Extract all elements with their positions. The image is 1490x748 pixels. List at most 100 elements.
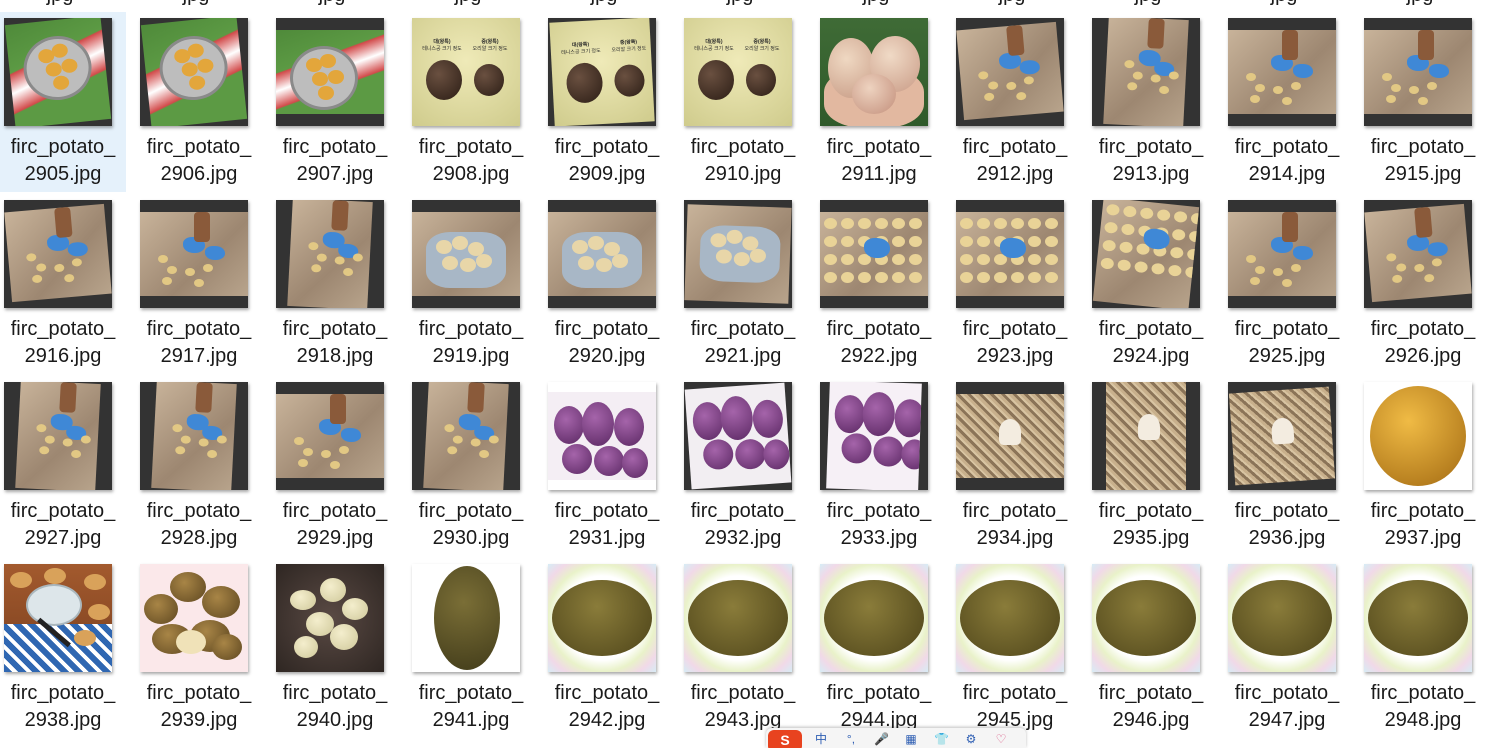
file-name-label[interactable]: firc_potato_ 2926.jpg: [1360, 316, 1486, 370]
microphone-icon[interactable]: 🎤: [874, 732, 889, 746]
file-thumbnail[interactable]: [1092, 564, 1200, 672]
file-item[interactable]: 대(왕특) 테니스공 크기 정도 중(왕특) 오리알 크기 정도 firc_potato…: [680, 12, 806, 192]
file-thumbnail[interactable]: [412, 200, 520, 308]
skin-icon[interactable]: 👕: [934, 732, 949, 746]
file-thumbnail[interactable]: [1228, 200, 1336, 308]
file-thumbnail[interactable]: [548, 200, 656, 308]
previous-row-caption[interactable]: jpg: [1360, 0, 1480, 5]
file-name-label[interactable]: firc_potato_ 2918.jpg: [272, 316, 398, 370]
file-item[interactable]: firc_potato_ 2938.jpg: [0, 558, 126, 738]
file-name-label[interactable]: firc_potato_ 2913.jpg: [1088, 134, 1214, 188]
file-name-label[interactable]: firc_potato_ 2927.jpg: [0, 498, 126, 552]
file-item[interactable]: firc_potato_ 2926.jpg: [1360, 194, 1486, 374]
file-thumbnail[interactable]: [820, 564, 928, 672]
ime-toolbar[interactable]: S 中 °, 🎤 ▦ 👕 ⚙ ♡: [766, 728, 1026, 748]
file-item[interactable]: firc_potato_ 2940.jpg: [272, 558, 398, 738]
file-item[interactable]: firc_potato_ 2927.jpg: [0, 376, 126, 556]
file-item[interactable]: firc_potato_ 2932.jpg: [680, 376, 806, 556]
file-name-label[interactable]: firc_potato_ 2945.jpg: [952, 680, 1078, 734]
file-name-label[interactable]: firc_potato_ 2940.jpg: [272, 680, 398, 734]
file-thumbnail[interactable]: [276, 564, 384, 672]
file-thumbnail[interactable]: [1364, 18, 1472, 126]
file-thumbnail[interactable]: [1228, 564, 1336, 672]
file-name-label[interactable]: firc_potato_ 2905.jpg: [0, 134, 126, 188]
file-thumbnail[interactable]: [1092, 382, 1200, 490]
settings-icon[interactable]: ⚙: [964, 732, 978, 746]
file-item[interactable]: firc_potato_ 2911.jpg: [816, 12, 942, 192]
file-item[interactable]: firc_potato_ 2917.jpg: [136, 194, 262, 374]
file-thumbnail[interactable]: [4, 382, 112, 490]
previous-row-caption[interactable]: jpg: [544, 0, 664, 5]
file-thumbnail[interactable]: 대(왕특) 테니스공 크기 정도 중(왕특) 오리알 크기 정도: [548, 18, 656, 126]
file-item[interactable]: firc_potato_ 2948.jpg: [1360, 558, 1486, 738]
ime-mode-icon[interactable]: 中: [814, 732, 828, 746]
file-name-label[interactable]: firc_potato_ 2932.jpg: [680, 498, 806, 552]
file-thumbnail[interactable]: [820, 200, 928, 308]
file-thumbnail[interactable]: [548, 564, 656, 672]
file-item[interactable]: firc_potato_ 2905.jpg: [0, 12, 126, 192]
file-name-label[interactable]: firc_potato_ 2907.jpg: [272, 134, 398, 188]
file-item[interactable]: firc_potato_ 2912.jpg: [952, 12, 1078, 192]
file-name-label[interactable]: firc_potato_ 2948.jpg: [1360, 680, 1486, 734]
file-thumbnail[interactable]: [1092, 200, 1200, 308]
file-thumbnail[interactable]: [276, 382, 384, 490]
sogou-logo-icon[interactable]: S: [768, 730, 802, 748]
file-name-label[interactable]: firc_potato_ 2934.jpg: [952, 498, 1078, 552]
file-thumbnail[interactable]: [140, 18, 248, 126]
file-name-label[interactable]: firc_potato_ 2920.jpg: [544, 316, 670, 370]
file-name-label[interactable]: firc_potato_ 2928.jpg: [136, 498, 262, 552]
file-name-label[interactable]: firc_potato_ 2939.jpg: [136, 680, 262, 734]
file-name-label[interactable]: firc_potato_ 2946.jpg: [1088, 680, 1214, 734]
file-name-label[interactable]: firc_potato_ 2917.jpg: [136, 316, 262, 370]
previous-row-caption[interactable]: jpg: [680, 0, 800, 5]
previous-row-caption[interactable]: jpg: [136, 0, 256, 5]
file-item[interactable]: firc_potato_ 2918.jpg: [272, 194, 398, 374]
file-thumbnail[interactable]: [1092, 18, 1200, 126]
heart-icon[interactable]: ♡: [994, 732, 1008, 746]
file-thumbnail[interactable]: [4, 564, 112, 672]
file-name-label[interactable]: firc_potato_ 2924.jpg: [1088, 316, 1214, 370]
file-item[interactable]: firc_potato_ 2916.jpg: [0, 194, 126, 374]
keyboard-icon[interactable]: ▦: [904, 732, 918, 746]
file-item[interactable]: firc_potato_ 2930.jpg: [408, 376, 534, 556]
file-thumbnail[interactable]: [276, 18, 384, 126]
file-item[interactable]: firc_potato_ 2914.jpg: [1224, 12, 1350, 192]
previous-row-caption[interactable]: jpg: [952, 0, 1072, 5]
file-thumbnail[interactable]: [140, 382, 248, 490]
file-thumbnail[interactable]: 대(왕특) 테니스공 크기 정도 중(왕특) 오리알 크기 정도: [684, 18, 792, 126]
file-thumbnail[interactable]: [1364, 200, 1472, 308]
file-name-label[interactable]: firc_potato_ 2921.jpg: [680, 316, 806, 370]
file-item[interactable]: firc_potato_ 2942.jpg: [544, 558, 670, 738]
previous-row-caption[interactable]: jpg: [272, 0, 392, 5]
file-name-label[interactable]: firc_potato_ 2922.jpg: [816, 316, 942, 370]
file-name-label[interactable]: firc_potato_ 2914.jpg: [1224, 134, 1350, 188]
file-thumbnail[interactable]: [4, 18, 112, 126]
file-name-label[interactable]: firc_potato_ 2910.jpg: [680, 134, 806, 188]
file-thumbnail[interactable]: [820, 382, 928, 490]
file-item[interactable]: firc_potato_ 2922.jpg: [816, 194, 942, 374]
file-thumbnail[interactable]: [684, 564, 792, 672]
file-thumbnail[interactable]: [4, 200, 112, 308]
file-name-label[interactable]: firc_potato_ 2911.jpg: [816, 134, 942, 188]
file-item[interactable]: firc_potato_ 2937.jpg: [1360, 376, 1486, 556]
file-thumbnail[interactable]: [956, 200, 1064, 308]
file-item[interactable]: firc_potato_ 2906.jpg: [136, 12, 262, 192]
file-item[interactable]: firc_potato_ 2919.jpg: [408, 194, 534, 374]
file-name-label[interactable]: firc_potato_ 2930.jpg: [408, 498, 534, 552]
file-item[interactable]: firc_potato_ 2907.jpg: [272, 12, 398, 192]
file-item[interactable]: firc_potato_ 2925.jpg: [1224, 194, 1350, 374]
file-item[interactable]: firc_potato_ 2915.jpg: [1360, 12, 1486, 192]
file-thumbnail[interactable]: [276, 200, 384, 308]
file-name-label[interactable]: firc_potato_ 2909.jpg: [544, 134, 670, 188]
file-name-label[interactable]: firc_potato_ 2908.jpg: [408, 134, 534, 188]
file-item[interactable]: firc_potato_ 2936.jpg: [1224, 376, 1350, 556]
file-thumbnail[interactable]: [548, 382, 656, 490]
file-item[interactable]: firc_potato_ 2921.jpg: [680, 194, 806, 374]
file-name-label[interactable]: firc_potato_ 2912.jpg: [952, 134, 1078, 188]
file-item[interactable]: firc_potato_ 2947.jpg: [1224, 558, 1350, 738]
file-name-label[interactable]: firc_potato_ 2915.jpg: [1360, 134, 1486, 188]
previous-row-caption[interactable]: jpg: [408, 0, 528, 5]
file-item[interactable]: firc_potato_ 2941.jpg: [408, 558, 534, 738]
file-list-pane[interactable]: jpg jpg jpg jpg jpg jpg jpg jpg jpg jpg jpg firc_p…: [0, 0, 1490, 745]
file-name-label[interactable]: firc_potato_ 2938.jpg: [0, 680, 126, 734]
